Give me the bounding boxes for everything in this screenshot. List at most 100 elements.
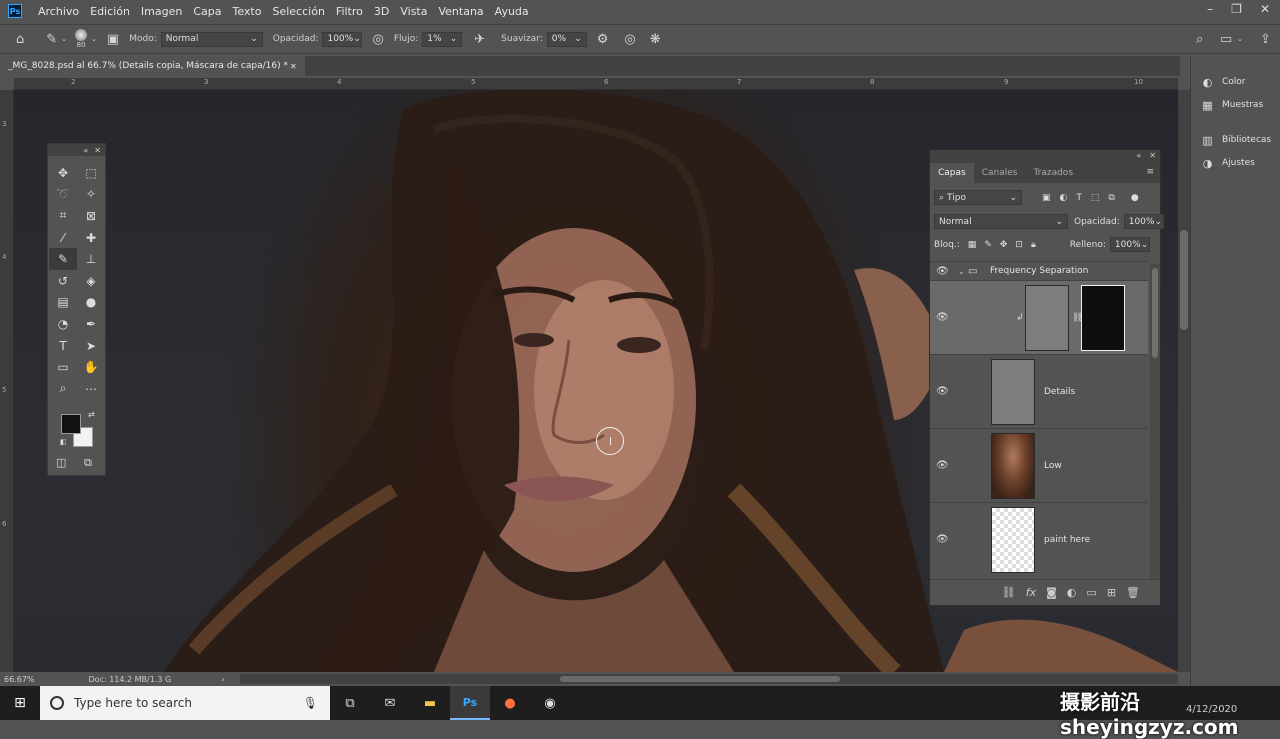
layer-row-paint-here[interactable]: 👁︎ paint here [930, 502, 1148, 576]
layers-panel-header[interactable]: « ✕ [930, 150, 1160, 161]
chevron-right-icon[interactable]: › [221, 675, 224, 684]
menu-ventana[interactable]: Ventana [438, 5, 483, 18]
layer-row-details-copy[interactable]: 👁︎ ↲ ⛓︎ [930, 280, 1148, 354]
tab-canales[interactable]: Canales [974, 163, 1026, 183]
type-tool-icon[interactable]: T [49, 335, 77, 357]
eraser-tool-icon[interactable]: ◈ [77, 270, 105, 292]
marquee-tool-icon[interactable]: ⬚ [77, 162, 105, 184]
foreground-color-swatch[interactable] [61, 414, 81, 434]
canvas-vertical-scrollbar[interactable] [1178, 90, 1190, 672]
move-tool-icon[interactable]: ✥ [49, 162, 77, 184]
task-view-icon[interactable]: ⧉ [330, 686, 370, 720]
document-tab[interactable]: _MG_8028.psd al 66.7% (Details copia, Má… [0, 56, 305, 76]
collapse-icon[interactable]: « [83, 146, 88, 155]
layer-thumbnail[interactable] [991, 359, 1035, 425]
layer-thumbnail[interactable] [991, 433, 1035, 499]
add-mask-icon[interactable]: ◙ [1046, 586, 1057, 599]
menu-vista[interactable]: Vista [400, 5, 427, 18]
scroll-thumb[interactable] [1152, 268, 1158, 358]
default-colors-icon[interactable]: ◧ [60, 438, 67, 446]
filter-pixel-icon[interactable]: ▣ [1042, 193, 1051, 203]
close-icon[interactable]: ✕ [1149, 151, 1156, 160]
filter-toggle-icon[interactable]: ● [1131, 193, 1139, 203]
ruler-left[interactable]: 3 4 5 6 [0, 90, 14, 672]
more-tools-icon[interactable]: ⋯ [77, 378, 105, 400]
minimize-button[interactable]: – [1207, 2, 1213, 16]
layer-style-icon[interactable]: fx [1026, 586, 1036, 599]
microphone-icon[interactable]: 🎙︎ [303, 696, 318, 710]
eyedropper-tool-icon[interactable]: ⁄ [49, 227, 77, 249]
panel-menu-icon[interactable]: ≡ [1146, 167, 1154, 177]
scroll-thumb[interactable] [560, 676, 840, 682]
search-icon[interactable]: ⌕ [1196, 32, 1203, 47]
dock-item-libraries[interactable]: ▥ Bibliotecas [1201, 134, 1271, 147]
ruler-top[interactable]: 2 3 4 5 6 7 8 9 10 [14, 78, 1178, 90]
obs-icon[interactable]: ◉ [530, 686, 570, 720]
brush-tool-icon[interactable]: ✎ [46, 32, 57, 47]
menu-capa[interactable]: Capa [193, 5, 221, 18]
gear-icon[interactable]: ⚙ [597, 32, 609, 47]
close-icon[interactable]: ✕ [290, 62, 297, 71]
canvas-horizontal-scrollbar[interactable] [240, 674, 1178, 684]
menu-seleccion[interactable]: Selección [272, 5, 324, 18]
layers-scrollbar[interactable] [1150, 264, 1160, 580]
visibility-eye-icon[interactable]: 👁︎ [936, 312, 949, 323]
photoshop-logo-icon[interactable]: Ps [8, 4, 22, 18]
dock-item-swatches[interactable]: ▦ Muestras [1201, 99, 1263, 112]
tab-capas[interactable]: Capas [930, 163, 974, 183]
menu-3d[interactable]: 3D [374, 5, 389, 18]
clone-stamp-tool-icon[interactable]: ⊥ [77, 248, 105, 270]
airbrush-icon[interactable]: ✈ [474, 32, 485, 47]
dock-item-adjustments[interactable]: ◑ Ajustes [1201, 157, 1255, 170]
layer-row-details[interactable]: 👁︎ Details [930, 354, 1148, 428]
chevron-down-icon[interactable]: ⌄ [958, 267, 965, 276]
lock-position-icon[interactable]: ✥ [1000, 240, 1008, 250]
collapse-icon[interactable]: « [1136, 151, 1141, 160]
lock-all-icon[interactable]: 🔒︎ [1031, 240, 1036, 250]
new-group-icon[interactable]: ▭ [1086, 586, 1096, 599]
layer-group-row[interactable]: 👁︎ ⌄ ▭ Frequency Separation [930, 261, 1148, 280]
swap-colors-icon[interactable]: ⇄ [88, 410, 95, 419]
gradient-tool-icon[interactable]: ▤ [49, 292, 77, 314]
quick-mask-icon[interactable]: ◫ [56, 456, 66, 469]
tools-panel-header[interactable]: « ✕ [48, 144, 105, 156]
chevron-down-icon[interactable]: ⌄ [1237, 35, 1243, 43]
screen-mode-icon[interactable]: ⧉ [84, 456, 92, 470]
windows-start-icon[interactable]: ⊞ [0, 686, 40, 720]
history-brush-tool-icon[interactable]: ↺ [49, 270, 77, 292]
path-selection-tool-icon[interactable]: ➤ [77, 335, 105, 357]
home-icon[interactable]: ⌂ [16, 32, 24, 47]
visibility-eye-icon[interactable]: 👁︎ [936, 386, 949, 397]
smoothing-field[interactable]: 0% ⌄ [546, 31, 587, 47]
fill-field[interactable]: 100% ⌄ [1109, 237, 1150, 252]
layer-thumbnail[interactable] [991, 507, 1035, 573]
workspace-icon[interactable]: ▭ [1220, 32, 1232, 47]
mail-icon[interactable]: ✉ [370, 686, 410, 720]
visibility-eye-icon[interactable]: 👁︎ [936, 534, 949, 545]
layer-opacity-field[interactable]: 100% ⌄ [1123, 214, 1164, 229]
photoshop-taskbar-icon[interactable]: Ps [450, 686, 490, 720]
flow-field[interactable]: 1% ⌄ [422, 31, 463, 47]
mode-select[interactable]: Normal ⌄ [160, 31, 263, 47]
lock-artboard-icon[interactable]: ⊡ [1015, 240, 1023, 250]
menu-edicion[interactable]: Edición [90, 5, 130, 18]
file-explorer-icon[interactable]: ▬ [410, 686, 450, 720]
filter-smart-object-icon[interactable]: ⧉ [1108, 193, 1114, 203]
zoom-level[interactable]: 66.67% [4, 675, 35, 684]
document-info[interactable]: Doc: 114.2 MB/1.3 G [89, 675, 172, 684]
scroll-thumb[interactable] [1180, 230, 1188, 330]
pressure-opacity-icon[interactable]: ◎ [372, 32, 383, 47]
new-layer-icon[interactable]: ⊞ [1107, 586, 1116, 599]
visibility-eye-icon[interactable]: 👁︎ [936, 460, 949, 471]
healing-brush-tool-icon[interactable]: ✚ [77, 227, 105, 249]
trash-icon[interactable]: 🗑︎ [1126, 586, 1140, 599]
blend-mode-select[interactable]: Normal ⌄ [934, 214, 1068, 229]
frame-tool-icon[interactable]: ⊠ [77, 205, 105, 227]
taskbar-search-box[interactable]: Type here to search 🎙︎ [40, 686, 330, 720]
menu-imagen[interactable]: Imagen [141, 5, 182, 18]
layer-mask-thumbnail[interactable] [1081, 285, 1125, 351]
layer-filter-select[interactable]: ⌕ Tipo ⌄ [934, 190, 1022, 205]
menu-archivo[interactable]: Archivo [38, 5, 79, 18]
zoom-tool-icon[interactable]: ⌕ [49, 378, 77, 400]
symmetry-icon[interactable]: ❋ [650, 32, 661, 47]
